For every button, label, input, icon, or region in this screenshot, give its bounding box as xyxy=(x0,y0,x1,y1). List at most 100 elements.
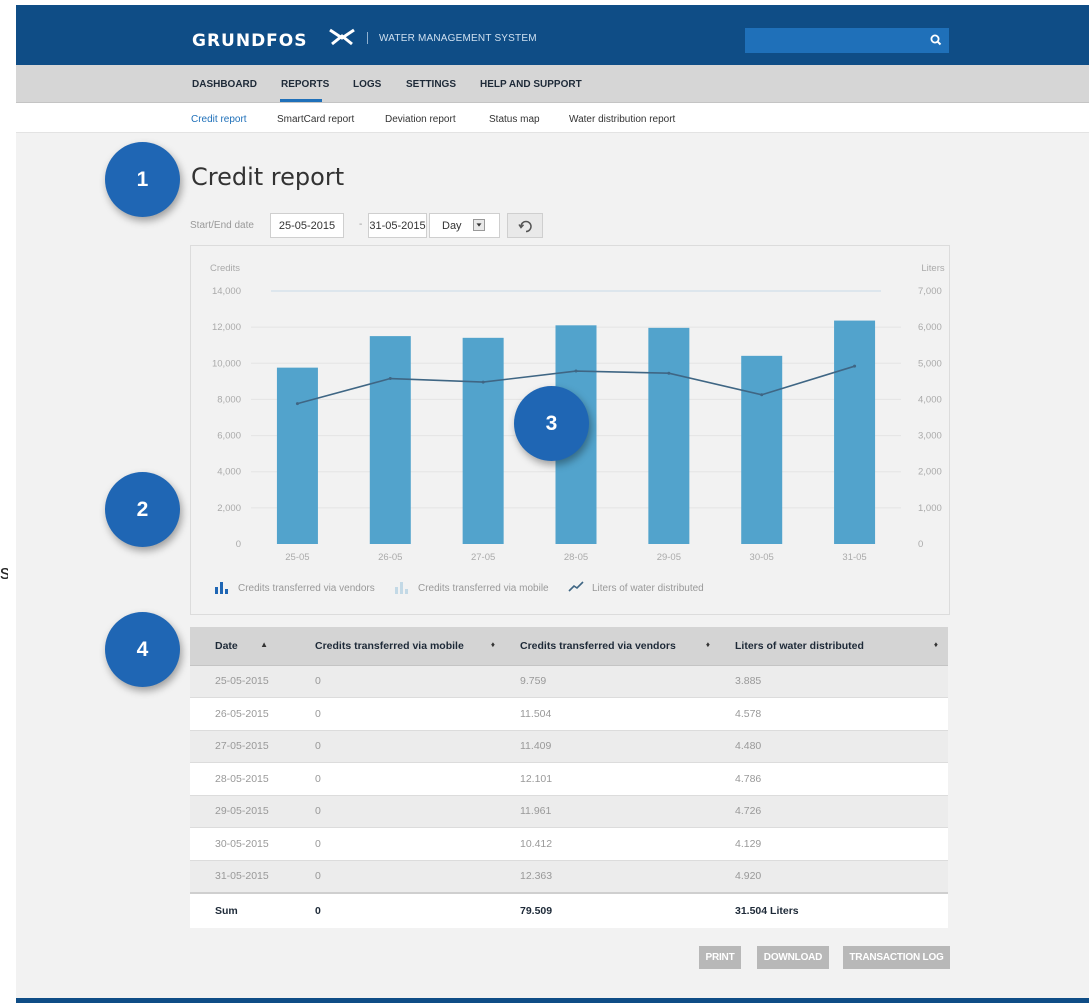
brand-subtitle: WATER MANAGEMENT SYSTEM xyxy=(379,33,537,44)
subnav-smartcard-report[interactable]: SmartCard report xyxy=(277,114,354,125)
sum-vendors: 79.509 xyxy=(505,891,720,928)
refresh-icon xyxy=(518,220,532,233)
column-header-liters[interactable]: Liters of water distributed ♦ xyxy=(720,627,948,666)
cell-liters: 4.726 xyxy=(720,794,948,828)
refresh-button[interactable] xyxy=(507,213,543,238)
x-tick-label: 31-05 xyxy=(842,552,866,563)
sort-icon[interactable]: ♦ xyxy=(706,640,710,649)
legend-label: Liters of water distributed xyxy=(592,583,704,594)
sum-label: Sum xyxy=(190,891,290,928)
cell-liters: 4.786 xyxy=(720,762,948,795)
chart-bar-vendors xyxy=(741,355,783,544)
column-header-mobile[interactable]: Credits transferred via mobile ♦ xyxy=(290,627,505,666)
logo-separator xyxy=(367,32,368,44)
y2-tick-label: 1,000 xyxy=(918,503,942,514)
period-selected-value: Day xyxy=(442,220,462,232)
x-tick-label: 27-05 xyxy=(471,552,495,563)
download-button[interactable]: DOWNLOAD xyxy=(757,946,829,969)
cell-vendors: 11.961 xyxy=(505,794,720,828)
chart-point-liters xyxy=(481,380,485,384)
search-input[interactable] xyxy=(745,28,949,53)
column-header-label: Liters of water distributed xyxy=(735,639,864,652)
subnav-credit-report[interactable]: Credit report xyxy=(191,114,247,125)
y-tick-label: 10,000 xyxy=(212,358,241,369)
chart-bar-vendors xyxy=(276,367,318,544)
line-chart-icon xyxy=(568,581,584,592)
sort-ascending-icon[interactable]: ▲ xyxy=(260,640,268,649)
search-icon[interactable] xyxy=(929,33,943,47)
cell-vendors: 9.759 xyxy=(505,664,720,698)
active-nav-indicator xyxy=(280,99,322,102)
chart-point-liters xyxy=(760,393,764,397)
callout-marker-1: 1 xyxy=(105,142,180,217)
cell-liters: 4.129 xyxy=(720,827,948,860)
y-tick-label: 6,000 xyxy=(217,431,241,442)
chevron-down-icon[interactable] xyxy=(473,219,485,231)
x-tick-label: 30-05 xyxy=(750,552,774,563)
x-tick-label: 25-05 xyxy=(285,552,309,563)
x-tick-label: 26-05 xyxy=(378,552,402,563)
cell-mobile: 0 xyxy=(290,762,505,795)
end-date-input[interactable] xyxy=(368,213,427,238)
nav-logs[interactable]: LOGS xyxy=(353,79,381,90)
sum-liters: 31.504 Liters xyxy=(720,891,948,928)
cell-liters: 4.920 xyxy=(720,859,948,893)
cell-date: 25-05-2015 xyxy=(190,664,290,698)
chart-bar-vendors xyxy=(369,336,411,544)
y-axis-title: Credits xyxy=(210,263,240,274)
transaction-log-button[interactable]: TRANSACTION LOG xyxy=(843,946,950,969)
cell-mobile: 0 xyxy=(290,859,505,893)
y-tick-label: 0 xyxy=(236,539,241,550)
page-footer xyxy=(16,998,1089,1003)
print-button[interactable]: PRINT xyxy=(699,946,741,969)
chart-point-liters xyxy=(295,402,299,406)
cell-vendors: 11.504 xyxy=(505,697,720,730)
y2-tick-label: 5,000 xyxy=(918,358,942,369)
date-separator: - xyxy=(359,219,363,230)
nav-settings[interactable]: SETTINGS xyxy=(406,79,456,90)
cell-date: 29-05-2015 xyxy=(190,794,290,828)
y-tick-label: 14,000 xyxy=(212,286,241,297)
chart-point-liters xyxy=(574,369,578,373)
cell-mobile: 0 xyxy=(290,729,505,763)
subnav-status-map[interactable]: Status map xyxy=(489,114,540,125)
nav-dashboard[interactable]: DASHBOARD xyxy=(192,79,257,90)
table-row: 30-05-2015 0 10.412 4.129 xyxy=(190,827,948,860)
report-subnavigation: Credit report SmartCard report Deviation… xyxy=(16,103,1089,133)
start-date-input[interactable] xyxy=(270,213,344,238)
cell-vendors: 11.409 xyxy=(505,729,720,763)
cell-mobile: 0 xyxy=(290,827,505,860)
y2-tick-label: 3,000 xyxy=(918,431,942,442)
table-row: 28-05-2015 0 12.101 4.786 xyxy=(190,762,948,795)
legend-label: Credits transferred via mobile xyxy=(418,583,549,594)
column-header-date[interactable]: Date ▲ xyxy=(190,627,290,666)
nav-reports[interactable]: REPORTS xyxy=(281,79,329,90)
subnav-deviation-report[interactable]: Deviation report xyxy=(385,114,456,125)
chart-point-liters xyxy=(388,377,392,381)
period-select[interactable]: Day xyxy=(429,213,500,238)
chart-bar-vendors xyxy=(648,327,690,544)
nav-help-and-support[interactable]: HELP AND SUPPORT xyxy=(480,79,582,90)
sort-icon[interactable]: ♦ xyxy=(491,640,495,649)
cell-mobile: 0 xyxy=(290,697,505,730)
table-sum-row: Sum 0 79.509 31.504 Liters xyxy=(190,891,948,928)
cell-liters: 3.885 xyxy=(720,664,948,698)
cell-date: 30-05-2015 xyxy=(190,827,290,860)
date-range-label: Start/End date xyxy=(190,220,254,231)
top-header: GRUNDFOS WATER MANAGEMENT SYSTEM xyxy=(16,5,1089,65)
subnav-water-distribution-report[interactable]: Water distribution report xyxy=(569,114,675,125)
legend-label: Credits transferred via vendors xyxy=(238,583,375,594)
y-tick-label: 2,000 xyxy=(217,503,241,514)
credit-report-table: Date ▲ Credits transferred via mobile ♦ Cr… xyxy=(190,627,948,928)
table-header-row: Date ▲ Credits transferred via mobile ♦ Cr… xyxy=(190,627,948,666)
callout-marker-2: 2 xyxy=(105,472,180,547)
column-header-label: Credits transferred via vendors xyxy=(520,639,676,652)
y2-axis-title: Liters xyxy=(921,263,944,274)
table-row: 31-05-2015 0 12.363 4.920 xyxy=(190,859,948,893)
cell-date: 27-05-2015 xyxy=(190,729,290,763)
cell-mobile: 0 xyxy=(290,794,505,828)
table-row: 29-05-2015 0 11.961 4.726 xyxy=(190,794,948,828)
column-header-vendors[interactable]: Credits transferred via vendors ♦ xyxy=(505,627,720,666)
brand-logo: GRUNDFOS xyxy=(192,31,308,51)
sort-icon[interactable]: ♦ xyxy=(934,640,938,649)
